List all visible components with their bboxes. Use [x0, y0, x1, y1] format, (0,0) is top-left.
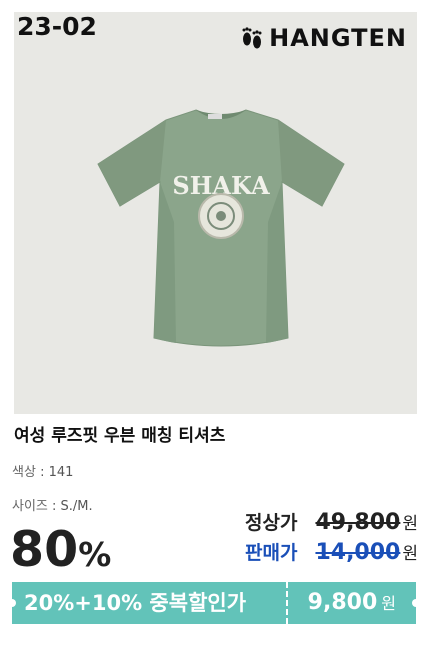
sale-price-unit: 원 — [402, 544, 418, 564]
color-value: 141 — [48, 465, 74, 480]
deal-price: 9,800 — [307, 590, 378, 615]
deal-price-unit: 원 — [381, 594, 396, 613]
product-name[interactable]: 여성 루즈핏 우븐 매칭 티셔츠 — [14, 421, 225, 446]
tshirt-image: SHAKA — [97, 109, 345, 347]
deal-price-bar[interactable]: 20%+10% 중복할인가 9,800 원 — [8, 582, 420, 624]
discount-value: 80 — [10, 521, 79, 578]
sale-price: 14,000 — [315, 540, 401, 565]
discount-rate: 80% — [10, 520, 111, 585]
brand-name: HANGTEN — [269, 24, 407, 52]
regular-price-label: 정상가 — [245, 512, 298, 534]
product-card[interactable]: 23-02 HANGTEN SHAKA 여성 루즈핏 우븐 매칭 티셔츠 색상 … — [0, 0, 430, 650]
size-value: S./M. — [60, 499, 93, 514]
footprints-icon — [242, 27, 262, 49]
brand-logo: HANGTEN — [241, 24, 407, 52]
color-row: 색상 : 141 — [12, 461, 73, 480]
deal-price-box: 9,800 원 — [308, 582, 396, 624]
regular-price: 49,800 — [315, 510, 401, 535]
sale-price-row: 판매가 14,000 원 — [245, 538, 418, 565]
size-label: 사이즈 — [12, 499, 48, 514]
right-notch — [412, 599, 420, 607]
size-separator: : — [52, 499, 61, 514]
sale-price-label: 판매가 — [245, 542, 298, 564]
product-code: 23-02 — [17, 12, 97, 41]
deal-label: 20%+10% 중복할인가 — [24, 591, 247, 615]
color-label: 색상 — [12, 465, 36, 480]
size-row: 사이즈 : S./M. — [12, 495, 93, 514]
left-notch — [8, 599, 16, 607]
discount-unit: % — [78, 535, 112, 574]
color-separator: : — [40, 465, 49, 480]
regular-price-row: 정상가 49,800 원 — [245, 508, 418, 535]
deal-divider — [286, 582, 288, 624]
product-image[interactable]: 23-02 HANGTEN SHAKA — [14, 12, 417, 414]
regular-price-unit: 원 — [402, 514, 418, 534]
